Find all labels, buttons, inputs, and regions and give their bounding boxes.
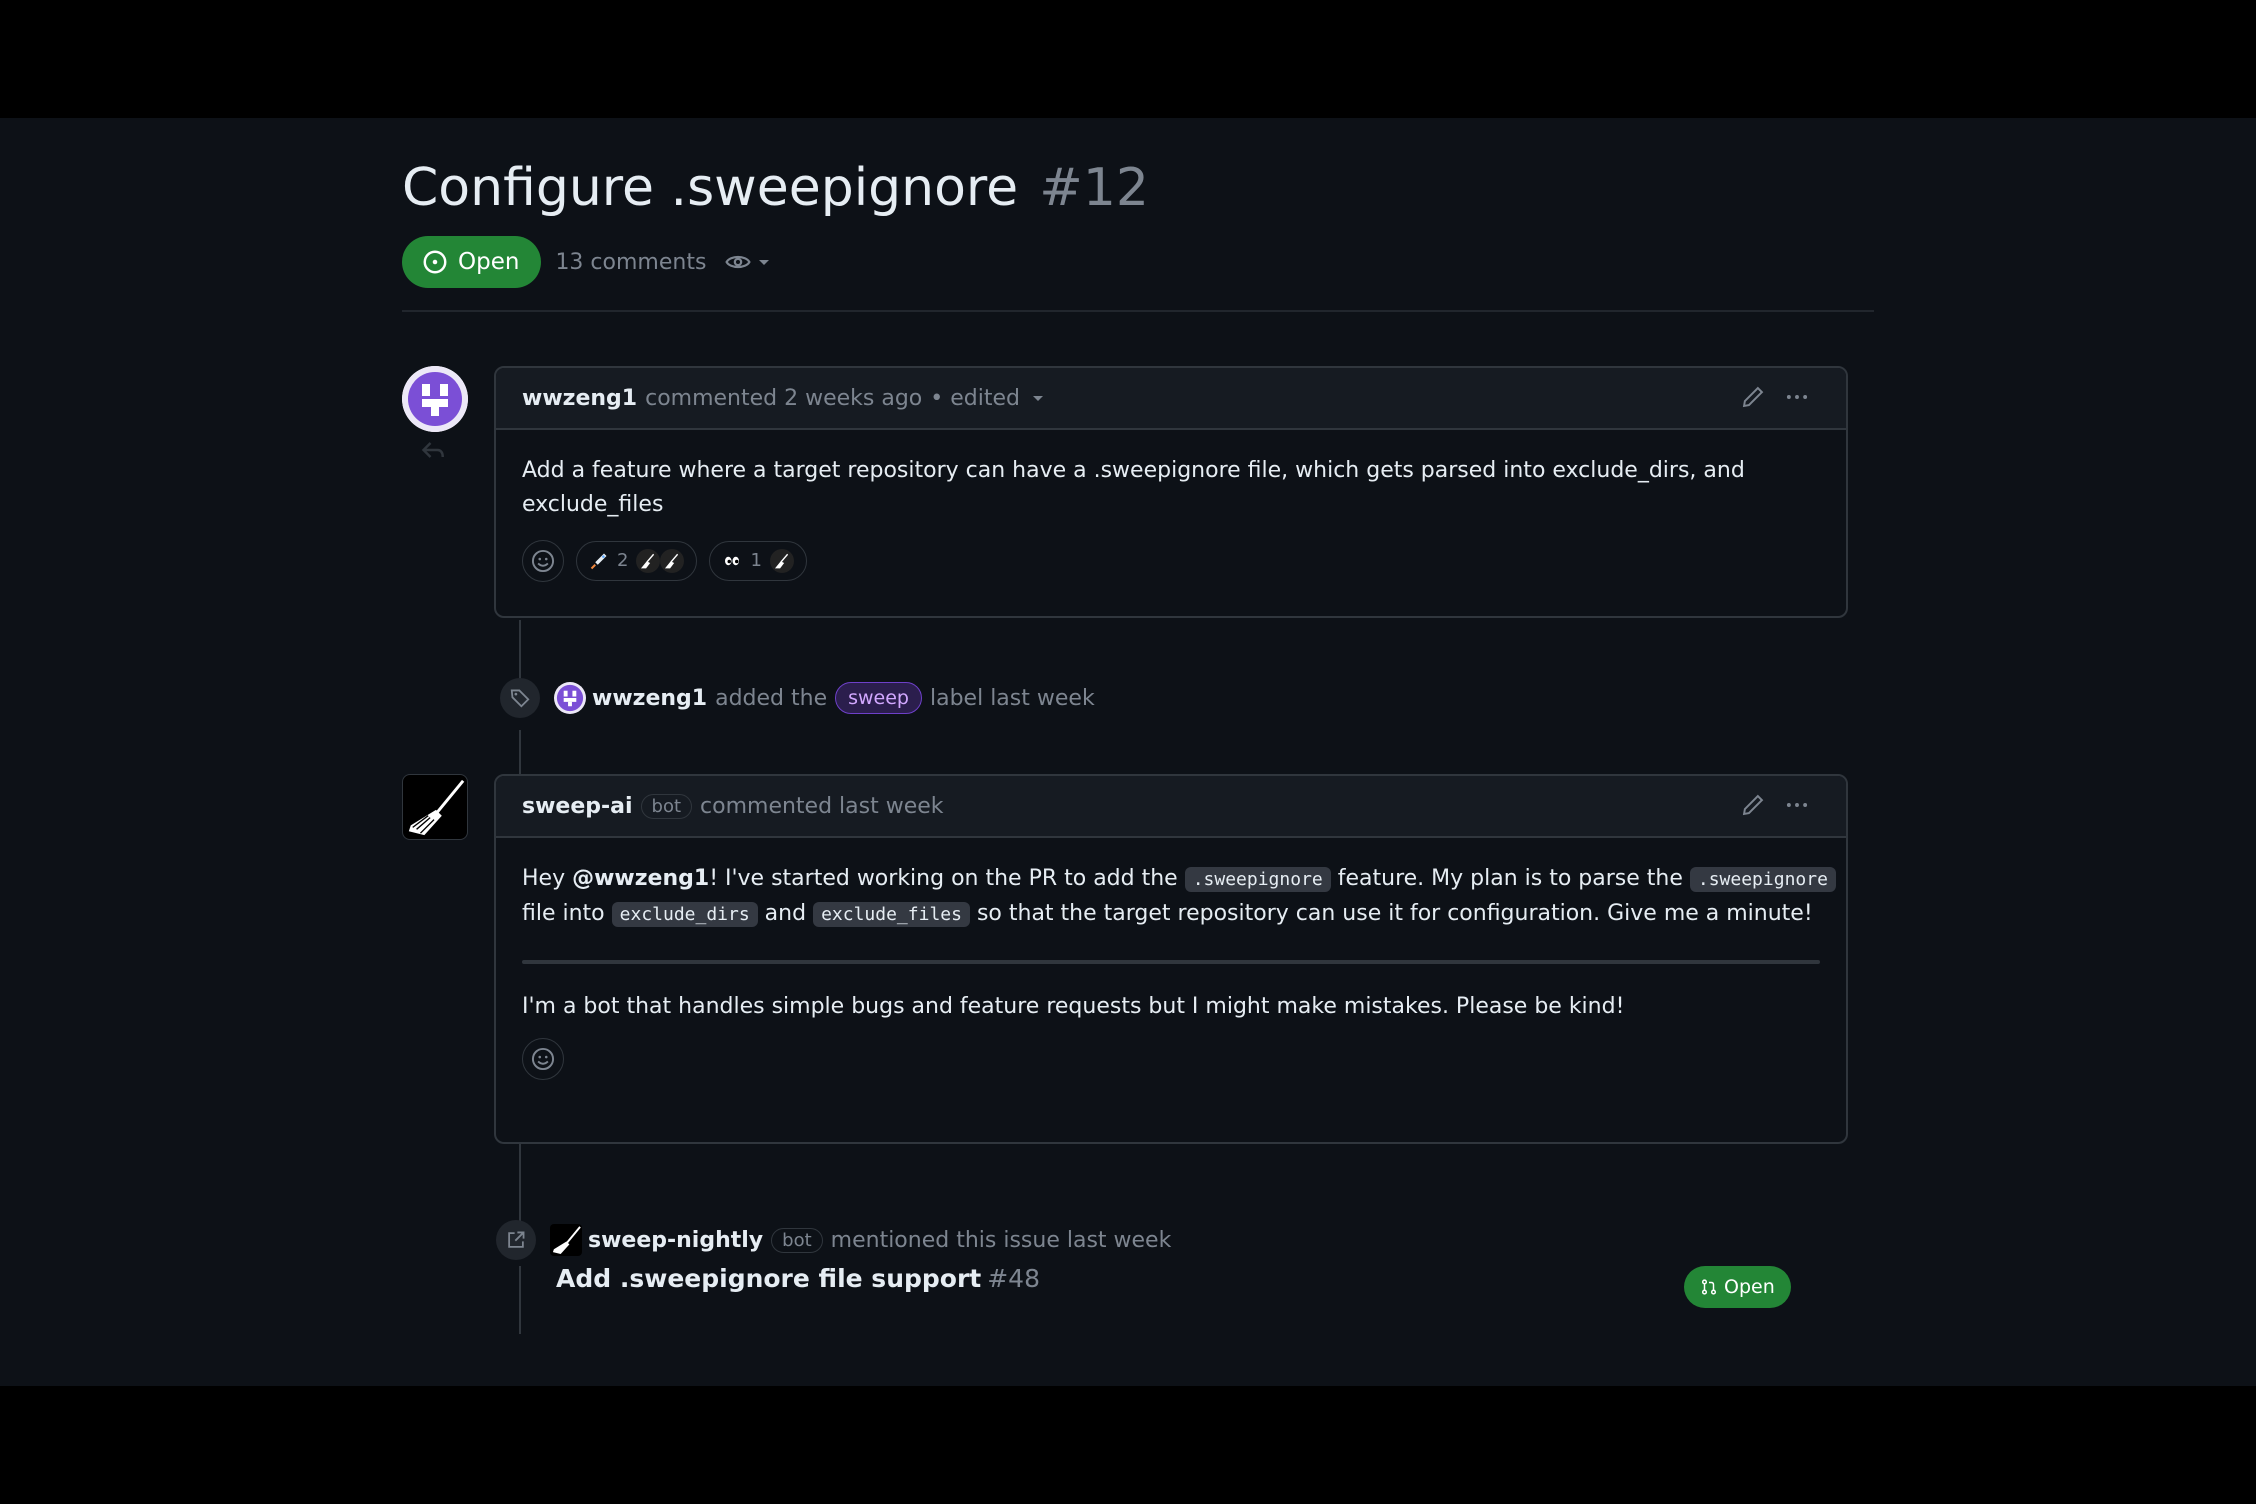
inline-code: .sweepignore [1689,867,1836,892]
avatar-wwzeng1[interactable] [402,366,468,432]
comment-text: Add a feature where a target repository … [522,458,1745,483]
comment-text: Hey [522,866,573,891]
comment-author[interactable]: sweep-ai [522,794,633,819]
comment-actions [1740,384,1810,410]
comment-text: and [757,901,814,926]
referenced-pr-number[interactable]: #48 [987,1264,1040,1293]
label-event: wwzeng1 added the sweep label last week [500,674,1095,722]
eye-icon [725,255,752,269]
broom-icon [774,553,789,569]
comment-paragraph: file into exclude_dirs and exclude_files… [522,897,1820,932]
add-reaction-button[interactable] [522,1038,564,1080]
pencil-icon[interactable] [1740,384,1766,410]
reactions-bar [522,1038,1820,1080]
comment-timestamp[interactable]: commented last week [700,794,944,819]
kebab-icon[interactable] [1784,384,1810,410]
tag-icon [510,689,530,708]
issue-title: Configure .sweepignore [402,158,1019,218]
referenced-pr-state-badge: Open [1684,1266,1791,1308]
watch-dropdown[interactable] [724,248,772,276]
caret-down-icon [759,260,770,265]
broom-icon [408,779,465,836]
event-text: added the [715,685,828,711]
reply-icon[interactable] [420,436,448,468]
event-actor[interactable]: wwzeng1 [592,686,707,711]
rocket-icon [590,553,607,570]
comment-body: Hey @wwzeng1! I've started working on th… [496,838,1846,1104]
inline-code: exclude_files [813,902,970,927]
label-sweep[interactable]: sweep [835,682,922,714]
event-text[interactable]: label last week [930,686,1095,711]
identicon-icon [402,366,468,432]
referenced-pr-state: Open [1724,1276,1775,1298]
comment-text: I'm a bot that handles simple bugs and f… [522,994,1625,1019]
reactions-bar: 2 1 [522,540,1820,582]
broom-icon [641,553,655,569]
inline-code: exclude_dirs [611,902,758,927]
comment-text: ! I've started working on the PR to add … [709,866,1185,891]
reactor-avatar [636,549,661,573]
referenced-pr-title[interactable]: Add .sweepignore file support [556,1264,981,1293]
cross-reference-icon [508,1231,525,1248]
eyes-icon [725,556,740,566]
issue-open-icon [423,250,447,274]
comment-card: wwzeng1 commented 2 weeks ago • edited A… [494,366,1848,618]
reaction-rocket[interactable]: 2 [576,541,698,581]
comment-header: wwzeng1 commented 2 weeks ago • edited [496,368,1846,430]
comment-timestamp[interactable]: commented 2 weeks ago [645,386,922,411]
user-mention[interactable]: @wwzeng1 [572,866,709,891]
comment-header: sweep-ai bot commented last week [496,776,1846,838]
bot-badge: bot [771,1227,823,1253]
inline-code: .sweepignore [1184,867,1331,892]
issue-number: #12 [1039,158,1149,218]
comment-paragraph: Hey @wwzeng1! I've started working on th… [522,862,1836,897]
broom-icon [665,553,679,569]
bot-badge: bot [640,793,693,819]
issue-state-row: Open 13 comments [402,236,772,288]
add-reaction-button[interactable] [522,540,564,582]
edited-indicator[interactable]: • edited [930,386,1020,411]
issue-page: Configure .sweepignore #12 Open 13 comme… [0,118,2256,1386]
reaction-eyes[interactable]: 1 [709,541,807,581]
comment-body: Add a feature where a target repository … [496,430,1846,606]
avatar-sweep-nightly[interactable] [550,1224,582,1256]
referenced-pr-link[interactable]: Add .sweepignore file support #48 [556,1264,1040,1293]
smiley-icon [531,549,555,573]
comment-text: so that the target repository can use it… [969,901,1813,926]
avatar-wwzeng1-small[interactable] [554,682,586,714]
caret-down-icon[interactable] [1030,390,1046,406]
horizontal-rule [522,960,1820,964]
comments-count: 13 comments [555,249,707,275]
kebab-icon[interactable] [1784,792,1810,818]
issue-title-row: Configure .sweepignore #12 [402,158,1149,218]
comment-text: exclude_files [522,492,664,517]
reactor-avatar [660,549,685,573]
reaction-count: 1 [750,550,762,571]
reaction-count: 2 [617,550,629,571]
comment-card: sweep-ai bot commented last week Hey @ww… [494,774,1848,1144]
pencil-icon[interactable] [1740,792,1766,818]
issue-state-badge: Open [402,236,542,288]
event-text[interactable]: mentioned this issue last week [831,1228,1172,1253]
issue-state-label: Open [458,249,520,275]
event-icon-circle [500,678,540,718]
mention-event: sweep-nightly bot mentioned this issue l… [496,1216,1171,1264]
timeline-line [519,1266,521,1334]
header-divider [402,310,1874,312]
comment-author[interactable]: wwzeng1 [522,386,637,411]
reactor-avatar [769,549,794,573]
event-icon-circle [496,1220,536,1260]
comment-text: file into [522,901,612,926]
smiley-icon [531,1047,555,1071]
avatar-sweep-ai[interactable] [402,774,468,840]
comment-actions [1740,792,1810,818]
event-actor[interactable]: sweep-nightly [588,1228,763,1253]
comment-text: feature. My plan is to parse the [1330,866,1690,891]
pull-request-icon [1701,1279,1717,1295]
